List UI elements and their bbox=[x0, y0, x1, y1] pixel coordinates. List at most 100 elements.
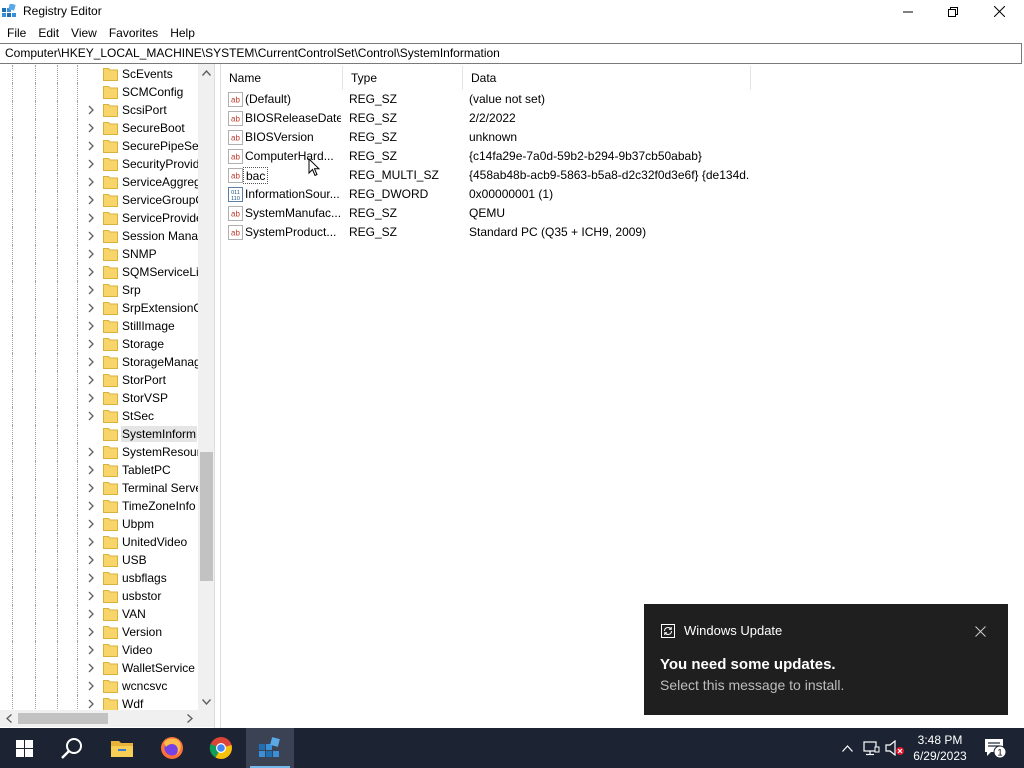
menu-favorites[interactable]: Favorites bbox=[102, 23, 163, 43]
action-center-button[interactable]: 1 bbox=[978, 728, 1012, 768]
tree-item[interactable]: SNMP bbox=[0, 245, 198, 263]
chevron-right-icon[interactable] bbox=[86, 321, 96, 331]
tree-item[interactable]: SecureBoot bbox=[0, 119, 198, 137]
menu-help[interactable]: Help bbox=[163, 23, 200, 43]
close-button[interactable] bbox=[976, 0, 1022, 23]
taskbar-registry-editor[interactable] bbox=[246, 728, 294, 768]
network-button[interactable] bbox=[861, 728, 881, 768]
chevron-right-icon[interactable] bbox=[86, 609, 96, 619]
chevron-right-icon[interactable] bbox=[86, 267, 96, 277]
value-row[interactable]: ab BIOSVersion REG_SZ unknown bbox=[221, 128, 1024, 147]
chevron-right-icon[interactable] bbox=[86, 177, 96, 187]
tree-item[interactable]: UnitedVideo bbox=[0, 533, 198, 551]
chevron-right-icon[interactable] bbox=[86, 591, 96, 601]
scroll-down-button[interactable] bbox=[198, 693, 214, 710]
tree-item[interactable]: StorageManag bbox=[0, 353, 201, 371]
chevron-right-icon[interactable] bbox=[86, 141, 96, 151]
tree-item[interactable]: usbflags bbox=[0, 569, 198, 587]
taskbar-firefox[interactable] bbox=[148, 728, 196, 768]
title-bar[interactable]: Registry Editor bbox=[0, 0, 1024, 23]
chevron-right-icon[interactable] bbox=[86, 249, 96, 259]
scroll-thumb[interactable] bbox=[200, 452, 213, 581]
chevron-right-icon[interactable] bbox=[86, 159, 96, 169]
tree-item[interactable]: SCMConfig bbox=[0, 83, 198, 101]
tree-item[interactable]: StillImage bbox=[0, 317, 198, 335]
chevron-right-icon[interactable] bbox=[86, 447, 96, 457]
tree-item[interactable]: USB bbox=[0, 551, 198, 569]
address-bar[interactable]: Computer\HKEY_LOCAL_MACHINE\SYSTEM\Curre… bbox=[0, 43, 1022, 64]
tree-item[interactable]: StorVSP bbox=[0, 389, 198, 407]
column-header-name[interactable]: Name bbox=[221, 66, 343, 90]
chevron-right-icon[interactable] bbox=[86, 663, 96, 673]
tree-item[interactable]: wcncsvc bbox=[0, 677, 198, 695]
value-row[interactable]: ab BIOSReleaseDate REG_SZ 2/2/2022 bbox=[221, 109, 1024, 128]
tree-item[interactable]: ScsiPort bbox=[0, 101, 198, 119]
tree-item[interactable]: SrpExtensionC bbox=[0, 299, 202, 317]
chevron-right-icon[interactable] bbox=[86, 375, 96, 385]
tree-vertical-scrollbar[interactable] bbox=[198, 64, 214, 710]
tree-item[interactable]: SQMServiceLis bbox=[0, 263, 205, 281]
tree-item[interactable]: Video bbox=[0, 641, 198, 659]
chevron-right-icon[interactable] bbox=[86, 519, 96, 529]
value-row[interactable]: ab SystemManufac... REG_SZ QEMU bbox=[221, 204, 1024, 223]
chevron-right-icon[interactable] bbox=[86, 357, 96, 367]
menu-file[interactable]: File bbox=[0, 23, 31, 43]
tree-item[interactable]: ServiceGroupO bbox=[0, 191, 205, 209]
tree-item[interactable]: ServiceProvide bbox=[0, 209, 203, 227]
notification-close-button[interactable] bbox=[970, 621, 990, 641]
tree-item[interactable]: Ubpm bbox=[0, 515, 198, 533]
value-row[interactable]: ab ComputerHard... REG_SZ {c14fa29e-7a0d-59… bbox=[221, 147, 1024, 166]
tree-item[interactable]: Terminal Serve bbox=[0, 479, 202, 497]
chevron-right-icon[interactable] bbox=[86, 285, 96, 295]
menu-edit[interactable]: Edit bbox=[31, 23, 64, 43]
column-header-type[interactable]: Type bbox=[343, 66, 463, 90]
tree-item[interactable]: SecurityProvid bbox=[0, 155, 199, 173]
chevron-right-icon[interactable] bbox=[86, 501, 96, 511]
tree-item[interactable]: VAN bbox=[0, 605, 198, 623]
tree-item[interactable]: TabletPC bbox=[0, 461, 198, 479]
value-row[interactable]: ab SystemProduct... REG_SZ Standard PC (Q35… bbox=[221, 223, 1024, 242]
tree-horizontal-scrollbar[interactable] bbox=[0, 710, 198, 727]
tree-item[interactable]: Storage bbox=[0, 335, 198, 353]
scroll-left-button[interactable] bbox=[0, 710, 17, 727]
chevron-right-icon[interactable] bbox=[86, 537, 96, 547]
chevron-right-icon[interactable] bbox=[86, 411, 96, 421]
tree-item[interactable]: StSec bbox=[0, 407, 198, 425]
chevron-right-icon[interactable] bbox=[86, 645, 96, 655]
windows-update-notification[interactable]: Windows Update You need some updates. Se… bbox=[644, 604, 1008, 715]
tree-item[interactable]: StorPort bbox=[0, 371, 198, 389]
chevron-right-icon[interactable] bbox=[86, 483, 96, 493]
tree-item[interactable]: SystemInform bbox=[0, 425, 198, 443]
chevron-right-icon[interactable] bbox=[86, 465, 96, 475]
clock[interactable]: 3:48 PM 6/29/2023 bbox=[906, 728, 974, 768]
tree-item[interactable]: Srp bbox=[0, 281, 198, 299]
value-row[interactable]: ab bac REG_MULTI_SZ {458ab48b-acb9-5863-b5a… bbox=[221, 166, 1024, 185]
chevron-right-icon[interactable] bbox=[86, 627, 96, 637]
scroll-up-button[interactable] bbox=[198, 64, 214, 81]
search-button[interactable] bbox=[48, 728, 96, 768]
chevron-right-icon[interactable] bbox=[86, 195, 96, 205]
tree-item[interactable]: Version bbox=[0, 623, 198, 641]
scroll-right-button[interactable] bbox=[181, 710, 198, 727]
maximize-button[interactable] bbox=[930, 0, 976, 23]
value-row[interactable]: ab (Default) REG_SZ (value not set) bbox=[221, 90, 1024, 109]
chevron-right-icon[interactable] bbox=[86, 573, 96, 583]
tree-item[interactable]: usbstor bbox=[0, 587, 198, 605]
volume-button[interactable] bbox=[884, 728, 906, 768]
chevron-right-icon[interactable] bbox=[86, 123, 96, 133]
taskbar-chrome[interactable] bbox=[197, 728, 245, 768]
chevron-right-icon[interactable] bbox=[86, 393, 96, 403]
show-hidden-icons-button[interactable] bbox=[838, 728, 856, 768]
chevron-right-icon[interactable] bbox=[86, 105, 96, 115]
tree-item[interactable]: TimeZoneInfo bbox=[0, 497, 198, 515]
menu-view[interactable]: View bbox=[64, 23, 102, 43]
tree-item[interactable]: Session Manag bbox=[0, 227, 205, 245]
scroll-thumb[interactable] bbox=[18, 713, 108, 724]
tree-item[interactable]: WalletService bbox=[0, 659, 198, 677]
chevron-right-icon[interactable] bbox=[86, 699, 96, 709]
chevron-right-icon[interactable] bbox=[86, 681, 96, 691]
tree-item[interactable]: SystemResour bbox=[0, 443, 201, 461]
column-header-data[interactable]: Data bbox=[463, 66, 751, 90]
taskbar-file-explorer[interactable] bbox=[98, 728, 146, 768]
tree-item[interactable]: ServiceAggreg bbox=[0, 173, 201, 191]
